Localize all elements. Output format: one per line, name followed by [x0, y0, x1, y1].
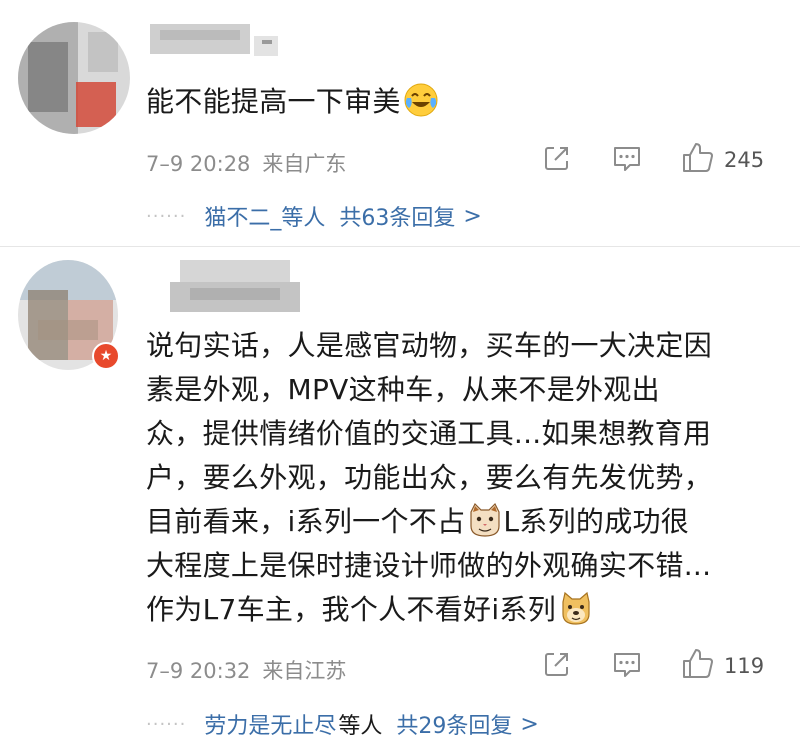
comment-line: 素是外观，MPV这种车，从来不是外观出 — [146, 373, 660, 406]
comment-line: 目前看来，i系列一个不占 L系列的成功很 — [146, 500, 776, 544]
like-button[interactable]: 119 — [680, 648, 764, 684]
timestamp: 7–9 20:28 — [146, 152, 251, 176]
reply-button[interactable] — [610, 648, 644, 684]
verified-badge-icon: ★ — [92, 342, 120, 370]
comment-line: 说句实话，人是感官动物，买车的一大决定因 — [146, 329, 713, 362]
reply-count: 共63条回复 — [339, 206, 456, 231]
like-count: 119 — [724, 654, 765, 678]
comment-line: 众，提供情绪价值的交通工具...如果想教育用 — [146, 417, 712, 450]
username-redacted[interactable] — [150, 258, 300, 318]
comment-meta: 7–9 20:32 来自江苏 — [146, 655, 346, 685]
laughing-crying-emoji — [403, 82, 439, 118]
comment-line: 大程度上是保时捷设计师做的外观确实不错... — [146, 549, 712, 582]
timestamp: 7–9 20:32 — [146, 659, 251, 683]
thumbs-up-icon — [680, 140, 716, 180]
comment-text: 说句实话，人是感官动物，买车的一大决定因 素是外观，MPV这种车，从来不是外观出… — [146, 324, 776, 632]
share-icon — [540, 141, 574, 179]
action-bar: 245 — [540, 142, 780, 178]
view-replies-link[interactable]: ······ 劳力是无止尽 等人 共29条回复 > — [146, 708, 539, 740]
comment-line: 作为L7车主，我个人不看好i系列 — [146, 588, 776, 632]
comment-meta: 7–9 20:28 来自广东 — [146, 148, 346, 178]
reply-count: 共29条回复 — [396, 714, 513, 739]
cat-emoji — [467, 502, 503, 538]
share-button[interactable] — [540, 142, 574, 178]
thumbs-up-icon — [680, 646, 716, 686]
reply-button[interactable] — [610, 142, 644, 178]
like-count: 245 — [724, 148, 765, 172]
reply-user-names: 劳力是无止尽 — [204, 714, 337, 739]
reply-names-suffix: 等人 — [338, 714, 383, 739]
chevron-right-icon: > — [463, 203, 482, 229]
chevron-right-icon: > — [520, 711, 539, 737]
comment-line: 户，要么外观，功能出众，要么有先发优势， — [146, 461, 713, 494]
view-replies-link[interactable]: ······ 猫不二_等人 共63条回复 > — [146, 200, 482, 232]
action-bar: 119 — [540, 648, 780, 684]
comment-icon — [610, 141, 644, 179]
comment-1: 能不能提高一下审美 7–9 20:28 来自广东 245 ······ 猫不二_… — [0, 0, 800, 248]
location: 来自江苏 — [262, 659, 347, 683]
comment-2: ★ 说句实话，人是感官动物，买车的一大决定因 素是外观，MPV这种车，从来不是外… — [0, 248, 800, 756]
share-button[interactable] — [540, 648, 574, 684]
comment-icon — [610, 647, 644, 685]
comment-text: 能不能提高一下审美 — [146, 80, 776, 124]
divider — [0, 246, 800, 247]
like-button[interactable]: 245 — [680, 142, 764, 178]
share-icon — [540, 647, 574, 685]
location: 来自广东 — [262, 152, 347, 176]
reply-user-names: 猫不二_等人 — [204, 206, 326, 231]
username-redacted[interactable] — [150, 16, 285, 62]
ellipsis-dots: ······ — [146, 205, 187, 227]
doge-emoji — [558, 590, 594, 626]
avatar[interactable] — [18, 22, 130, 134]
ellipsis-dots: ······ — [146, 713, 187, 735]
